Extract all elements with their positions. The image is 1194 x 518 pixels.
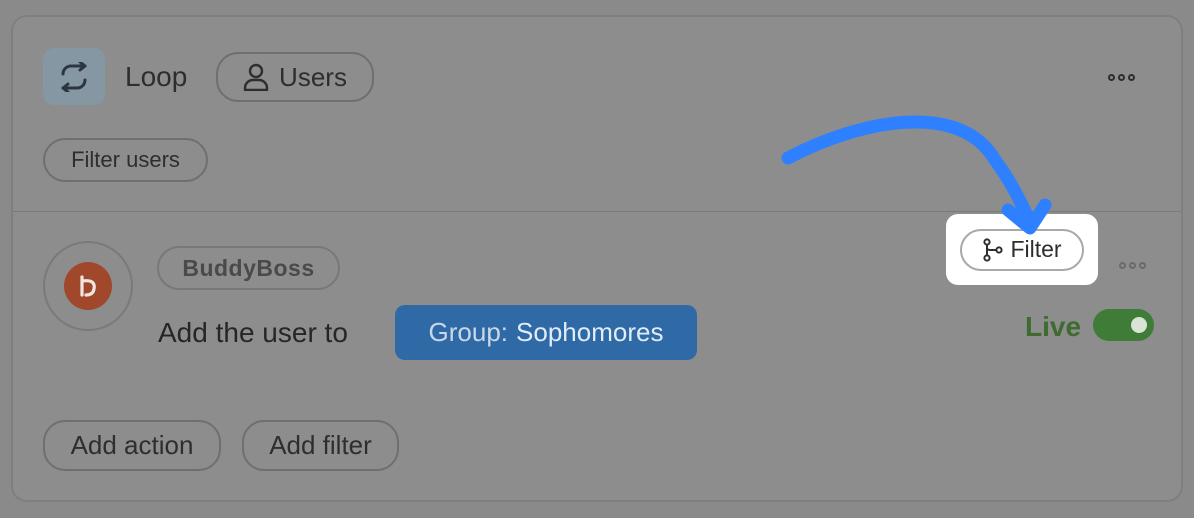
users-label: Users xyxy=(279,61,347,92)
branch-icon xyxy=(983,237,1004,262)
add-filter-button[interactable]: Add filter xyxy=(242,420,399,471)
filter-label: Filter xyxy=(1010,236,1062,262)
action-sentence: Add the user to xyxy=(158,317,348,348)
action-more-icon[interactable] xyxy=(1119,262,1146,269)
filter-button[interactable]: Filter xyxy=(960,228,1084,271)
loop-icon xyxy=(43,48,105,105)
add-action-label: Add action xyxy=(70,430,194,460)
group-token-prefix: Group: xyxy=(428,317,509,347)
integration-label: BuddyBoss xyxy=(182,254,315,281)
loop-more-icon[interactable] xyxy=(1108,74,1135,81)
add-action-button[interactable]: Add action xyxy=(43,420,221,471)
filter-highlight: Filter xyxy=(946,214,1098,285)
buddyboss-logo-mark xyxy=(64,262,112,310)
users-button[interactable]: Users xyxy=(216,52,374,102)
add-filter-label: Add filter xyxy=(269,430,372,460)
user-icon xyxy=(243,63,269,91)
filter-users-button[interactable]: Filter users xyxy=(43,138,208,182)
live-toggle[interactable] xyxy=(1093,309,1154,341)
loop-title: Loop xyxy=(125,61,188,92)
divider xyxy=(13,211,1181,212)
integration-badge: BuddyBoss xyxy=(157,246,340,290)
toggle-knob xyxy=(1131,317,1147,333)
group-token-value: Sophomores xyxy=(516,317,664,347)
live-status-label: Live xyxy=(1025,311,1082,342)
buddyboss-logo xyxy=(43,241,133,331)
filter-users-label: Filter users xyxy=(71,147,180,172)
group-token[interactable]: Group: Sophomores xyxy=(395,305,697,360)
